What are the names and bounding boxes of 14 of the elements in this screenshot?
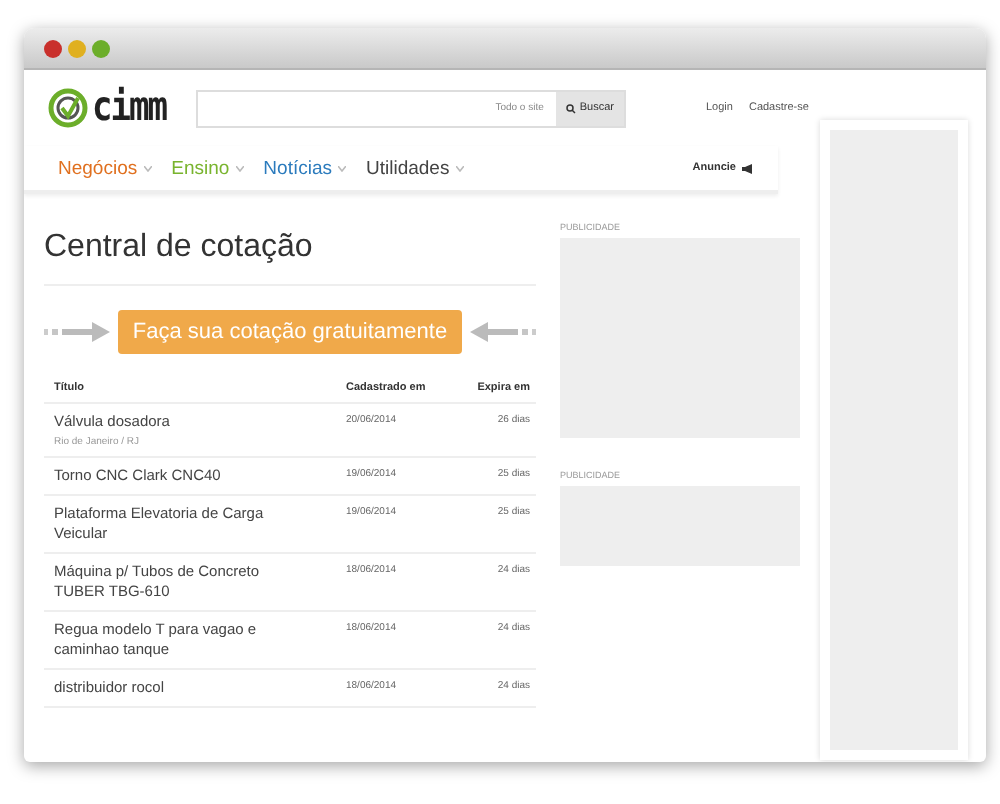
caret-icon — [235, 165, 244, 171]
search-icon — [565, 103, 576, 113]
close-icon[interactable] — [44, 39, 62, 57]
nav-item[interactable]: Notícias — [263, 157, 346, 179]
caret-icon — [143, 165, 152, 171]
caret-icon — [455, 165, 464, 171]
nav-item[interactable]: Utilidades — [366, 157, 464, 179]
page-title: Central de cotação — [44, 230, 536, 286]
logo-text[interactable]: cimm — [92, 84, 166, 132]
logo-icon[interactable] — [48, 88, 88, 128]
arrow-icon — [44, 322, 112, 342]
arrow-icon — [468, 322, 536, 342]
caret-icon — [338, 165, 346, 171]
megaphone-icon — [742, 163, 754, 173]
